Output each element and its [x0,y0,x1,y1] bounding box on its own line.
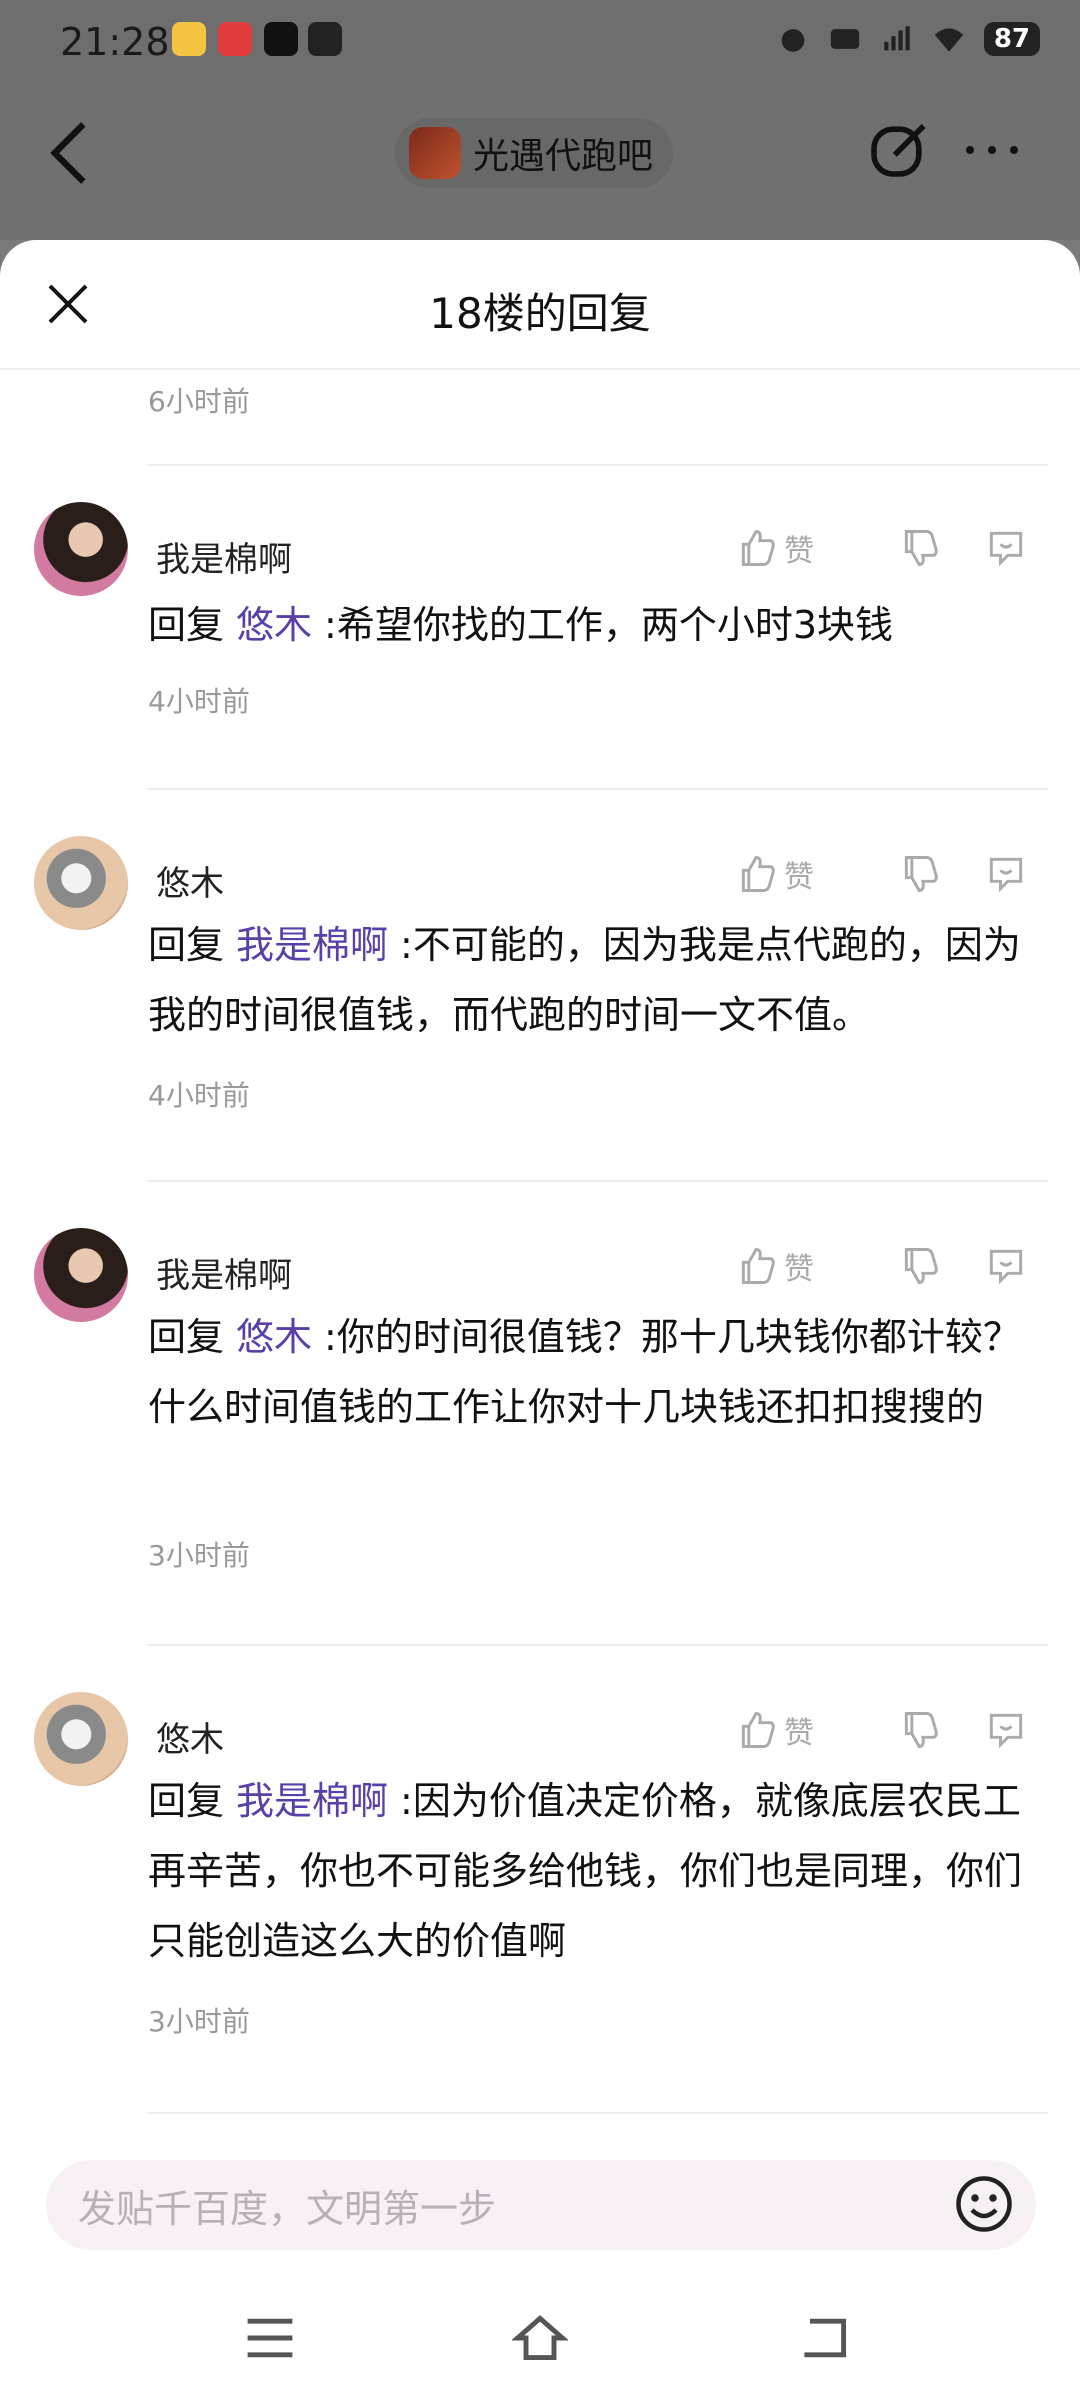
tiktok-icon [264,22,298,56]
avatar[interactable] [34,836,128,930]
mention-link[interactable]: 我是棉啊 [236,923,388,967]
thumbs-up-icon [741,530,775,566]
reply-actions: 赞 [736,1700,1046,1760]
username[interactable]: 悠木 [156,1712,224,1761]
like-label: 赞 [784,1252,814,1287]
thumbs-up-icon [741,856,775,892]
reply-actions: 赞 [736,844,1046,904]
sheet-header: 18楼的回复 [0,240,1080,370]
reply-actions: 赞 [736,518,1046,578]
back-icon[interactable] [796,2310,852,2366]
emoji-icon[interactable] [954,2174,1014,2234]
avatar[interactable] [34,502,128,596]
comment-icon[interactable] [984,852,1028,896]
reply-body: 回复 我是棉啊:因为价值决定价格，就像底层农民工再辛苦，你也不可能多给他钱，你们也… [148,1766,1048,1976]
mention-link[interactable]: 我是棉啊 [236,1779,388,1823]
divider [148,464,1048,466]
reply-prefix: 回复 [148,603,225,647]
top-nav: 光遇代跑吧 [0,90,1080,240]
reply-time: 4小时前 [148,685,250,718]
comment-icon[interactable] [984,526,1028,570]
like-button[interactable]: 赞 [736,526,876,570]
reply-actions: 赞 [736,1236,1046,1296]
reply-body: 回复 我是棉啊:不可能的，因为我是点代跑的，因为我的时间很值钱，而代跑的时间一文不… [148,910,1048,1050]
status-bar: 21:28 87 [0,0,1080,90]
reply-body: 回复 悠木:你的时间很值钱？那十几块钱你都计较？什么时间值钱的工作让你对十几块钱还… [148,1302,1048,1442]
edit-icon[interactable] [866,118,930,182]
home-icon[interactable] [512,2310,568,2366]
like-label: 赞 [784,860,814,895]
divider [148,788,1048,790]
reply-prefix: 回复 [148,1779,225,1823]
like-button[interactable]: 赞 [736,852,876,896]
comment-icon[interactable] [984,1244,1028,1288]
thumbs-up-icon [741,1248,775,1284]
status-time: 21:28 [60,20,170,64]
hd-icon [830,29,859,49]
like-button[interactable]: 赞 [736,1244,876,1288]
comment-icon[interactable] [984,1708,1028,1752]
reply-time: 6小时前 [148,385,250,418]
reply-body: 回复 悠木 :希望你找的工作，两个小时3块钱 [148,590,1048,660]
thumbs-down-icon[interactable] [876,526,966,570]
reply-time: 3小时前 [148,2005,250,2038]
divider [148,1644,1048,1646]
menu-icon[interactable] [242,2310,298,2366]
thumbs-down-icon[interactable] [876,852,966,896]
thumbs-down-icon[interactable] [876,1708,966,1752]
forum-avatar [409,127,461,179]
alarm-icon [781,29,805,52]
like-label: 赞 [784,1716,814,1751]
avatar[interactable] [34,1692,128,1786]
forum-pill[interactable]: 光遇代跑吧 [395,118,674,188]
signal-icon [884,26,910,51]
thumbs-up-icon [741,1712,775,1748]
back-arrow-icon[interactable] [44,118,94,188]
reply-input-placeholder: 发贴千百度，文明第一步 [78,2187,497,2231]
reply-prefix: 回复 [148,923,225,967]
more-icon[interactable] [962,140,1022,160]
reply-prefix: 回复 [148,1315,225,1359]
forum-name: 光遇代跑吧 [473,136,654,177]
divider [148,2112,1048,2114]
username[interactable]: 我是棉啊 [156,1248,292,1297]
mention-link[interactable]: 悠木 [236,603,312,647]
system-nav-bar [0,2270,1080,2400]
username[interactable]: 悠木 [156,856,224,905]
wifi-icon [934,28,963,52]
thumbs-down-icon[interactable] [876,1244,966,1288]
divider [148,1180,1048,1182]
like-label: 赞 [784,534,814,569]
reply-text: :希望你找的工作，两个小时3块钱 [324,603,894,647]
app-notification-icon [172,22,206,56]
reply-time: 4小时前 [148,1079,250,1112]
like-button[interactable]: 赞 [736,1708,876,1752]
battery-indicator: 87 [983,22,1040,56]
status-indicators: 87 [776,22,1040,56]
mention-link[interactable]: 悠木 [236,1315,312,1359]
username[interactable]: 我是棉啊 [156,532,292,581]
reply-sheet: 18楼的回复 6小时前 我是棉啊 赞 回复 悠木:希望你找的工作，两个小时3块钱 … [0,240,1080,2400]
message-icon [308,22,342,56]
app-notification-icon [218,22,252,56]
sheet-title: 18楼的回复 [429,289,651,338]
reply-time: 3小时前 [148,1539,250,1572]
reply-input[interactable]: 发贴千百度，文明第一步 [46,2160,1036,2250]
avatar[interactable] [34,1228,128,1322]
